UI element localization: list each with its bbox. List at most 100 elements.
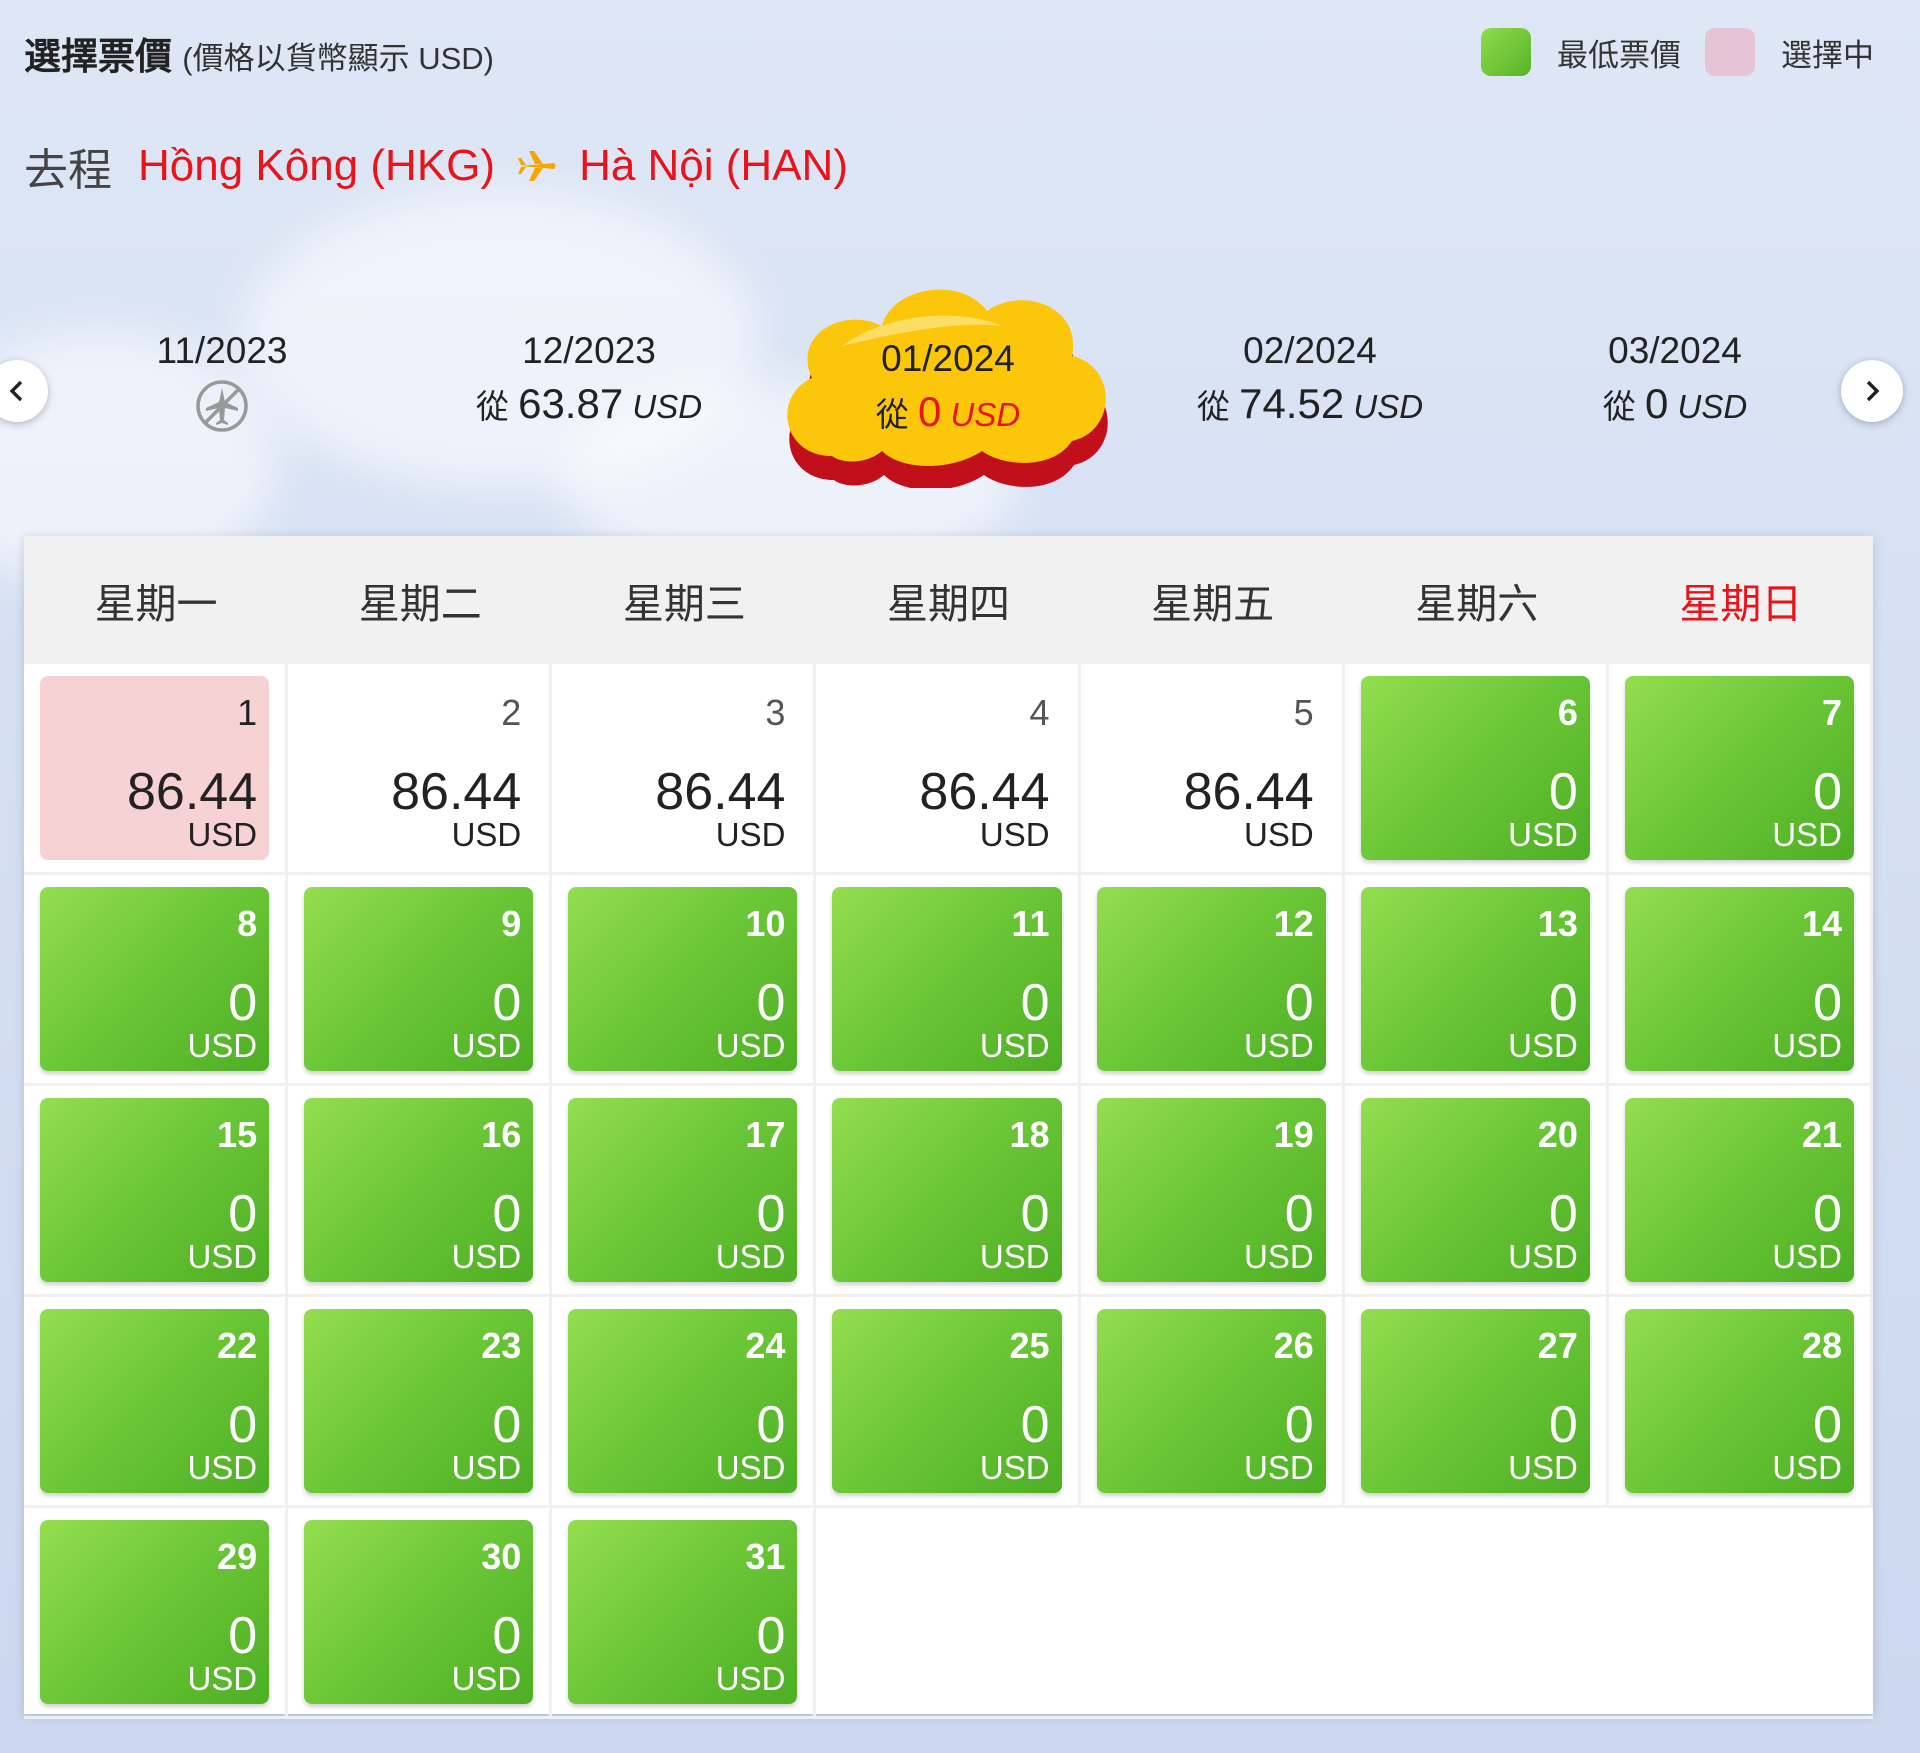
legend-selected-label: 選擇中	[1781, 37, 1874, 73]
month-tab-selected[interactable]: 01/2024 從 0 USD	[818, 338, 1078, 436]
day-fare-card[interactable]: 1 86.44 USD	[40, 676, 270, 860]
price-amount: 63.87	[518, 380, 624, 427]
day-number: 11	[1011, 903, 1050, 944]
weekday-label: 星期六	[1415, 581, 1539, 627]
day-fare-card[interactable]: 9 0 USD	[304, 887, 534, 1071]
calendar-day-cell[interactable]: 31 0 USD	[552, 1508, 817, 1719]
calendar-day-cell[interactable]: 16 0 USD	[288, 1086, 553, 1297]
calendar-day-cell[interactable]: 5 86.44 USD	[1080, 664, 1345, 875]
day-number: 23	[481, 1325, 522, 1366]
calendar-day-cell[interactable]: 11 0 USD	[816, 875, 1081, 1086]
day-fare-card[interactable]: 22 0 USD	[40, 1309, 270, 1493]
day-fare-card[interactable]: 30 0 USD	[304, 1520, 534, 1704]
fare-currency: USD	[1772, 816, 1842, 853]
day-fare-card[interactable]: 24 0 USD	[568, 1309, 798, 1493]
day-fare-card[interactable]: 18 0 USD	[832, 1098, 1062, 1282]
day-fare-card[interactable]: 27 0 USD	[1360, 1309, 1590, 1493]
day-number: 6	[1557, 692, 1578, 733]
month-tab[interactable]: 03/2024 從 0 USD	[1545, 330, 1805, 428]
day-fare-card[interactable]: 16 0 USD	[304, 1098, 534, 1282]
calendar-day-cell[interactable]: 10 0 USD	[552, 875, 817, 1086]
calendar-day-cell[interactable]: 8 0 USD	[24, 875, 289, 1086]
legend-lowest-label: 最低票價	[1557, 37, 1681, 73]
day-fare-card[interactable]: 12 0 USD	[1096, 887, 1326, 1071]
legend-lowest-swatch	[1481, 28, 1531, 76]
fare-amount: 86.44	[127, 763, 258, 821]
day-number: 22	[217, 1325, 258, 1366]
calendar-day-cell[interactable]: 14 0 USD	[1608, 875, 1873, 1086]
calendar-day-cell[interactable]: 23 0 USD	[288, 1297, 553, 1508]
calendar-day-cell[interactable]: 1 86.44 USD	[24, 664, 289, 875]
price-prefix: 從	[475, 388, 509, 425]
day-fare-card[interactable]: 17 0 USD	[568, 1098, 798, 1282]
day-fare-card[interactable]: 10 0 USD	[568, 887, 798, 1071]
calendar-day-cell[interactable]: 17 0 USD	[552, 1086, 817, 1297]
day-fare-card[interactable]: 8 0 USD	[40, 887, 270, 1071]
fare-currency: USD	[187, 1027, 258, 1064]
fare-amount: 0	[228, 1185, 258, 1243]
calendar-day-cell[interactable]: 22 0 USD	[24, 1297, 289, 1508]
day-fare-card[interactable]: 13 0 USD	[1360, 887, 1590, 1071]
day-fare-card[interactable]: 28 0 USD	[1624, 1309, 1854, 1493]
day-fare-card[interactable]: 3 86.44 USD	[568, 676, 797, 860]
calendar-day-cell[interactable]: 3 86.44 USD	[552, 664, 817, 875]
day-fare-card[interactable]: 2 86.44 USD	[304, 676, 533, 860]
calendar-day-cell[interactable]: 18 0 USD	[816, 1086, 1081, 1297]
calendar-day-cell[interactable]: 2 86.44 USD	[288, 664, 553, 875]
day-fare-card[interactable]: 19 0 USD	[1096, 1098, 1326, 1282]
day-fare-card[interactable]: 23 0 USD	[304, 1309, 534, 1493]
day-number: 31	[745, 1536, 786, 1577]
price-currency: USD	[632, 388, 703, 425]
fare-currency: USD	[715, 816, 786, 853]
next-month-button[interactable]	[1841, 360, 1903, 422]
day-fare-card[interactable]: 7 0 USD	[1624, 676, 1854, 860]
fare-amount: 0	[228, 974, 258, 1032]
month-tab[interactable]: 11/2023	[92, 330, 352, 439]
page-title: 選擇票價	[24, 36, 172, 77]
calendar-day-cell[interactable]: 7 0 USD	[1608, 664, 1873, 875]
calendar-day-cell[interactable]: 6 0 USD	[1344, 664, 1609, 875]
route: 去程 Hồng Kông (HKG) Hà Nội (HAN)	[24, 134, 848, 198]
day-fare-card[interactable]: 14 0 USD	[1624, 887, 1854, 1071]
currency-note: (價格以貨幣顯示 USD)	[182, 41, 494, 76]
calendar-day-cell[interactable]: 19 0 USD	[1080, 1086, 1345, 1297]
day-fare-card[interactable]: 6 0 USD	[1360, 676, 1590, 860]
calendar-day-cell[interactable]: 15 0 USD	[24, 1086, 289, 1297]
calendar-day-cell[interactable]: 28 0 USD	[1608, 1297, 1873, 1508]
calendar-day-cell[interactable]: 24 0 USD	[552, 1297, 817, 1508]
price-currency: USD	[950, 396, 1021, 433]
day-fare-card[interactable]: 5 86.44 USD	[1097, 676, 1326, 860]
calendar-day-cell[interactable]: 30 0 USD	[288, 1508, 553, 1719]
day-fare-card[interactable]: 11 0 USD	[832, 887, 1062, 1071]
calendar-day-cell[interactable]: 13 0 USD	[1344, 875, 1609, 1086]
month-date: 01/2024	[881, 338, 1015, 379]
calendar-day-cell[interactable]: 26 0 USD	[1080, 1297, 1345, 1508]
month-tab[interactable]: 12/2023 從 63.87 USD	[459, 330, 719, 428]
calendar-day-cell[interactable]: 27 0 USD	[1344, 1297, 1609, 1508]
day-number: 1	[237, 692, 258, 733]
day-fare-card[interactable]: 25 0 USD	[832, 1309, 1062, 1493]
calendar-day-cell[interactable]: 29 0 USD	[24, 1508, 289, 1719]
day-fare-card[interactable]: 31 0 USD	[568, 1520, 798, 1704]
calendar-day-cell[interactable]: 21 0 USD	[1608, 1086, 1873, 1297]
calendar-day-cell[interactable]: 4 86.44 USD	[816, 664, 1081, 875]
calendar-day-cell[interactable]: 20 0 USD	[1344, 1086, 1609, 1297]
day-number: 15	[217, 1114, 258, 1155]
fare-amount: 0	[1020, 974, 1050, 1032]
price-currency: USD	[1677, 388, 1748, 425]
day-fare-card[interactable]: 21 0 USD	[1624, 1098, 1854, 1282]
day-fare-card[interactable]: 4 86.44 USD	[832, 676, 1061, 860]
calendar-day-cell[interactable]: 12 0 USD	[1080, 875, 1345, 1086]
page-header: 選擇票價 (價格以貨幣顯示 USD)	[24, 26, 494, 80]
day-fare-card[interactable]: 29 0 USD	[40, 1520, 270, 1704]
day-fare-card[interactable]: 26 0 USD	[1096, 1309, 1326, 1493]
calendar-day-cell[interactable]: 9 0 USD	[288, 875, 553, 1086]
calendar-day-cell[interactable]: 25 0 USD	[816, 1297, 1081, 1508]
day-fare-card[interactable]: 20 0 USD	[1360, 1098, 1590, 1282]
month-tab[interactable]: 02/2024 從 74.52 USD	[1180, 330, 1440, 428]
fare-currency: USD	[1244, 816, 1314, 853]
price-currency: USD	[1353, 388, 1424, 425]
day-fare-card[interactable]: 15 0 USD	[40, 1098, 270, 1282]
day-number: 5	[1293, 692, 1314, 733]
day-number: 14	[1801, 903, 1842, 944]
